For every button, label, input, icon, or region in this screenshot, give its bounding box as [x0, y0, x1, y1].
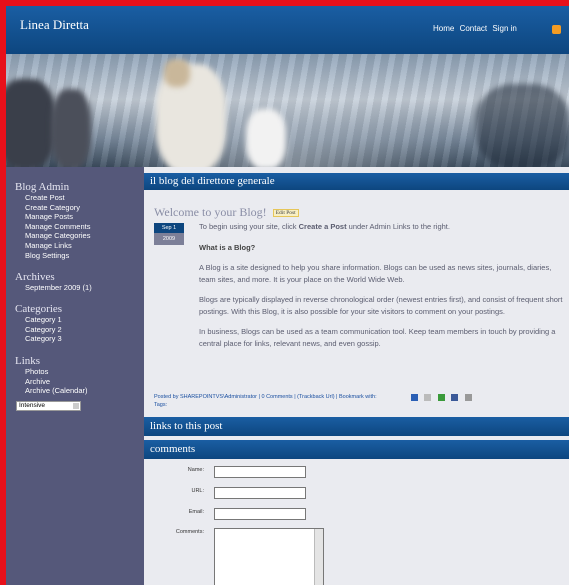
site-header: Linea Diretta Home Contact Sign in [6, 6, 569, 54]
top-nav: Home Contact Sign in [433, 24, 520, 33]
archive-calendar-link[interactable]: Archive (Calendar) [25, 386, 144, 396]
archive-month-link[interactable]: September 2009 (1) [25, 283, 144, 293]
facebook-icon[interactable] [451, 394, 459, 401]
view-select-value: Intensive [19, 402, 46, 409]
post-date-month: Sep 1 [154, 223, 184, 233]
chevron-down-icon [73, 403, 79, 409]
email-label: Email: [188, 509, 204, 515]
comments-title: comments [150, 443, 196, 455]
textarea-scrollbar[interactable] [314, 529, 323, 585]
stumbleupon-icon[interactable] [437, 394, 445, 401]
post-title: Welcome to your Blog! Edit Post [154, 205, 299, 220]
post-date-badge: Sep 1 2009 [154, 223, 184, 246]
post-paragraph: In business, Blogs can be used as a team… [199, 327, 556, 348]
nav-contact-link[interactable]: Contact [460, 24, 488, 33]
blog-admin-heading: Blog Admin [15, 181, 70, 193]
reddit-icon[interactable] [464, 394, 472, 401]
post-tags-line: Tags: [154, 402, 168, 408]
name-label: Name: [187, 467, 204, 473]
rss-icon[interactable] [552, 25, 561, 34]
links-heading: Links [15, 355, 41, 367]
main-content: il blog del direttore generale Welcome t… [144, 167, 569, 585]
category-1-link[interactable]: Category 1 [25, 315, 144, 325]
blog-title-bar: il blog del direttore generale [144, 173, 569, 190]
manage-posts-link[interactable]: Manage Posts [25, 212, 144, 222]
manage-categories-link[interactable]: Manage Categories [25, 231, 144, 241]
what-is-blog-heading: What is a Blog? [199, 242, 256, 252]
nav-signin-link[interactable]: Sign in [492, 24, 516, 33]
create-category-link[interactable]: Create Category [25, 203, 144, 213]
nav-home-link[interactable]: Home [433, 24, 454, 33]
category-2-link[interactable]: Category 2 [25, 325, 144, 335]
category-3-link[interactable]: Category 3 [25, 334, 144, 344]
post-body: To begin using your site, click Create a… [199, 221, 564, 358]
name-input[interactable] [214, 466, 306, 478]
comments-bar: comments [144, 440, 569, 459]
comments-label: Comments: [175, 529, 204, 535]
photos-link[interactable]: Photos [25, 367, 144, 377]
comments-textarea[interactable] [214, 528, 324, 585]
blog-settings-link[interactable]: Blog Settings [25, 251, 144, 261]
post-meta-line[interactable]: Posted by SHAREPOINTVS\Administrator | 0… [154, 393, 377, 401]
post-footer: Posted by SHAREPOINTVS\Administrator | 0… [154, 393, 377, 409]
links-to-post-bar: links to this post [144, 417, 569, 436]
url-input[interactable] [214, 487, 306, 499]
edit-post-button[interactable]: Edit Post [272, 209, 299, 217]
left-sidebar: Blog Admin Create Post Create Category M… [6, 167, 144, 585]
categories-heading: Categories [15, 303, 63, 315]
archive-link[interactable]: Archive [25, 377, 144, 387]
header-banner-image [6, 54, 569, 167]
blog-title: il blog del direttore generale [150, 175, 275, 187]
post-title-text[interactable]: Welcome to your Blog! [154, 205, 267, 219]
bookmark-icons [411, 388, 474, 406]
manage-comments-link[interactable]: Manage Comments [25, 222, 144, 232]
post-date-year: 2009 [154, 233, 184, 245]
post-paragraph: A Blog is a site designed to help you sh… [199, 263, 552, 284]
email-input[interactable] [214, 508, 306, 520]
manage-links-link[interactable]: Manage Links [25, 241, 144, 251]
create-post-inline-link[interactable]: Create a Post [299, 222, 347, 231]
browser-frame: Linea Diretta Home Contact Sign in Blog … [6, 6, 569, 585]
site-title[interactable]: Linea Diretta [20, 17, 89, 33]
digg-icon[interactable] [424, 394, 432, 401]
post-paragraph: Blogs are typically displayed in reverse… [199, 295, 563, 316]
view-select[interactable]: Intensive [16, 401, 81, 411]
post-intro: To begin using your site, click Create a… [199, 222, 450, 231]
delicious-icon[interactable] [411, 394, 418, 401]
url-label: URL: [191, 488, 204, 494]
archives-heading: Archives [15, 271, 55, 283]
create-post-link[interactable]: Create Post [25, 193, 144, 203]
links-to-post-title: links to this post [150, 420, 223, 432]
